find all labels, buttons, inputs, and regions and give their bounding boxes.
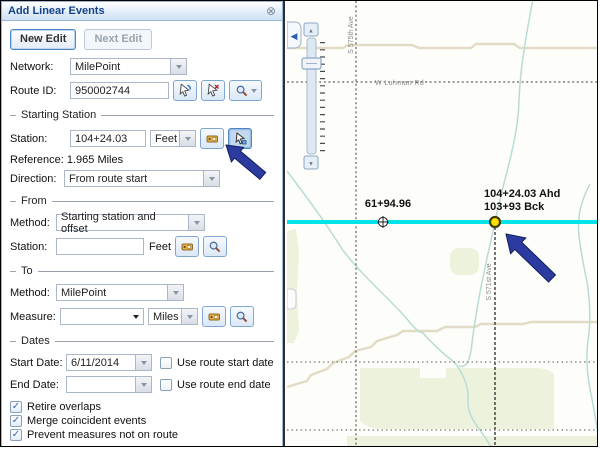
route-id-label: Route ID:: [10, 85, 70, 97]
network-value: MilePoint: [70, 58, 171, 75]
merge-coincident-label: Merge coincident events: [27, 415, 146, 427]
use-route-end-checkbox[interactable]: [160, 379, 172, 391]
measure-units-value: Miles: [148, 308, 182, 325]
from-station-tool-button[interactable]: [175, 236, 199, 257]
retire-overlaps-checkbox[interactable]: ✓: [10, 401, 22, 413]
close-icon[interactable]: ⊗: [266, 5, 276, 17]
reference-text: Reference: 1.965 Miles: [10, 154, 123, 166]
select-route-on-map-button[interactable]: [173, 80, 197, 101]
prevent-measures-label: Prevent measures not on route: [27, 429, 178, 441]
search-icon: [208, 240, 222, 254]
station-label-left: 61+94.96: [365, 198, 411, 210]
chevron-down-icon[interactable]: [136, 354, 152, 371]
zoom-slider-track[interactable]: [307, 38, 316, 154]
from-method-label: Method:: [10, 217, 56, 229]
station-measure-icon: [207, 309, 222, 324]
chevron-down-icon[interactable]: [171, 58, 187, 75]
end-date-select[interactable]: [66, 376, 152, 393]
end-date-value: [66, 376, 136, 393]
from-station-label: Station:: [10, 241, 56, 253]
screenshot-root: Add Linear Events ⊗ New Edit Next Edit N…: [0, 0, 598, 447]
chevron-down-icon[interactable]: [189, 214, 205, 231]
direction-label: Direction:: [10, 173, 64, 185]
from-method-select[interactable]: Starting station and offset: [56, 214, 205, 231]
map-canvas[interactable]: W Luhman Rd S 575th Ave S 571st Ave 61+9…: [287, 1, 598, 447]
zoom-in-icon: ▲: [308, 29, 314, 35]
station-tool-button[interactable]: [200, 128, 224, 149]
station-label-back: 103+93 Bck: [484, 201, 545, 213]
road-label-vertical-left: S 575th Ave: [348, 16, 355, 54]
add-linear-events-window: Add Linear Events ⊗ New Edit Next Edit N…: [1, 1, 285, 447]
station-label-ahead: 104+24.03 Ahd: [484, 188, 560, 200]
to-legend: To: [10, 265, 274, 277]
cursor-select-icon: [178, 83, 193, 98]
clear-route-selection-button[interactable]: [201, 80, 225, 101]
direction-select[interactable]: From route start: [64, 170, 220, 187]
route-id-input[interactable]: [70, 82, 169, 99]
to-method-label: Method:: [10, 287, 56, 299]
measure-search-button[interactable]: [230, 306, 254, 327]
road-label-horizontal: W Luhman Rd: [375, 80, 424, 87]
to-method-select[interactable]: MilePoint: [56, 284, 184, 301]
edge-tab[interactable]: [287, 289, 296, 309]
retire-overlaps-label: Retire overlaps: [27, 401, 101, 413]
collapse-left-icon: ◀: [291, 31, 298, 41]
start-date-label: Start Date:: [10, 357, 66, 369]
to-method-value: MilePoint: [56, 284, 168, 301]
merge-coincident-checkbox[interactable]: ✓: [10, 415, 22, 427]
station-units-value: Feet: [150, 130, 180, 147]
chevron-down-icon[interactable]: [168, 284, 184, 301]
panel-collapse-tab[interactable]: ◀: [287, 22, 301, 48]
road-label-vertical-right: S 571st Ave: [486, 263, 493, 300]
dates-legend: Dates: [10, 335, 274, 347]
new-edit-button[interactable]: New Edit: [10, 29, 76, 50]
starting-station-legend: Starting Station: [10, 109, 274, 121]
route-search-dropdown-button[interactable]: [229, 80, 262, 101]
measure-units-select[interactable]: Miles: [148, 308, 198, 325]
zoom-out-icon: ▼: [308, 162, 314, 168]
chevron-down-icon[interactable]: [180, 130, 196, 147]
chevron-down-icon[interactable]: [204, 170, 220, 187]
search-icon: [235, 84, 249, 98]
start-date-select[interactable]: 6/11/2014: [66, 354, 152, 371]
measure-label: Measure:: [10, 311, 60, 323]
from-units-label: Feet: [149, 241, 171, 253]
pick-station-on-map-button[interactable]: [228, 128, 252, 149]
chevron-down-icon[interactable]: [136, 376, 152, 393]
cursor-pick-icon: [233, 131, 248, 146]
end-date-label: End Date:: [10, 379, 66, 391]
station-input[interactable]: [70, 130, 146, 147]
use-route-start-checkbox[interactable]: [160, 357, 172, 369]
search-icon: [235, 310, 249, 324]
station-measure-icon: [205, 131, 220, 146]
chevron-down-icon[interactable]: [133, 315, 139, 319]
use-route-start-label: Use route start date: [177, 357, 274, 369]
network-select[interactable]: MilePoint: [70, 58, 187, 75]
window-titlebar[interactable]: Add Linear Events ⊗: [2, 2, 282, 21]
from-station-input[interactable]: [56, 238, 144, 255]
cursor-clear-icon: [206, 83, 221, 98]
station-label: Station:: [10, 133, 70, 145]
direction-value: From route start: [64, 170, 204, 187]
chevron-down-icon: [251, 89, 257, 93]
station-measure-icon: [180, 239, 195, 254]
measure-combo[interactable]: [60, 308, 144, 325]
station-units-select[interactable]: Feet: [150, 130, 196, 147]
from-station-search-button[interactable]: [203, 236, 227, 257]
from-method-value: Starting station and offset: [56, 214, 189, 231]
measure-value: [60, 308, 144, 325]
next-edit-button[interactable]: Next Edit: [84, 29, 152, 50]
prevent-measures-checkbox[interactable]: ✓: [10, 429, 22, 441]
picked-station-point[interactable]: [490, 217, 500, 227]
chevron-down-icon[interactable]: [182, 308, 198, 325]
window-title: Add Linear Events: [8, 5, 266, 17]
measure-tool-button[interactable]: [202, 306, 226, 327]
from-legend: From: [10, 195, 274, 207]
use-route-end-label: Use route end date: [177, 379, 271, 391]
start-date-value: 6/11/2014: [66, 354, 136, 371]
network-label: Network:: [10, 61, 70, 73]
